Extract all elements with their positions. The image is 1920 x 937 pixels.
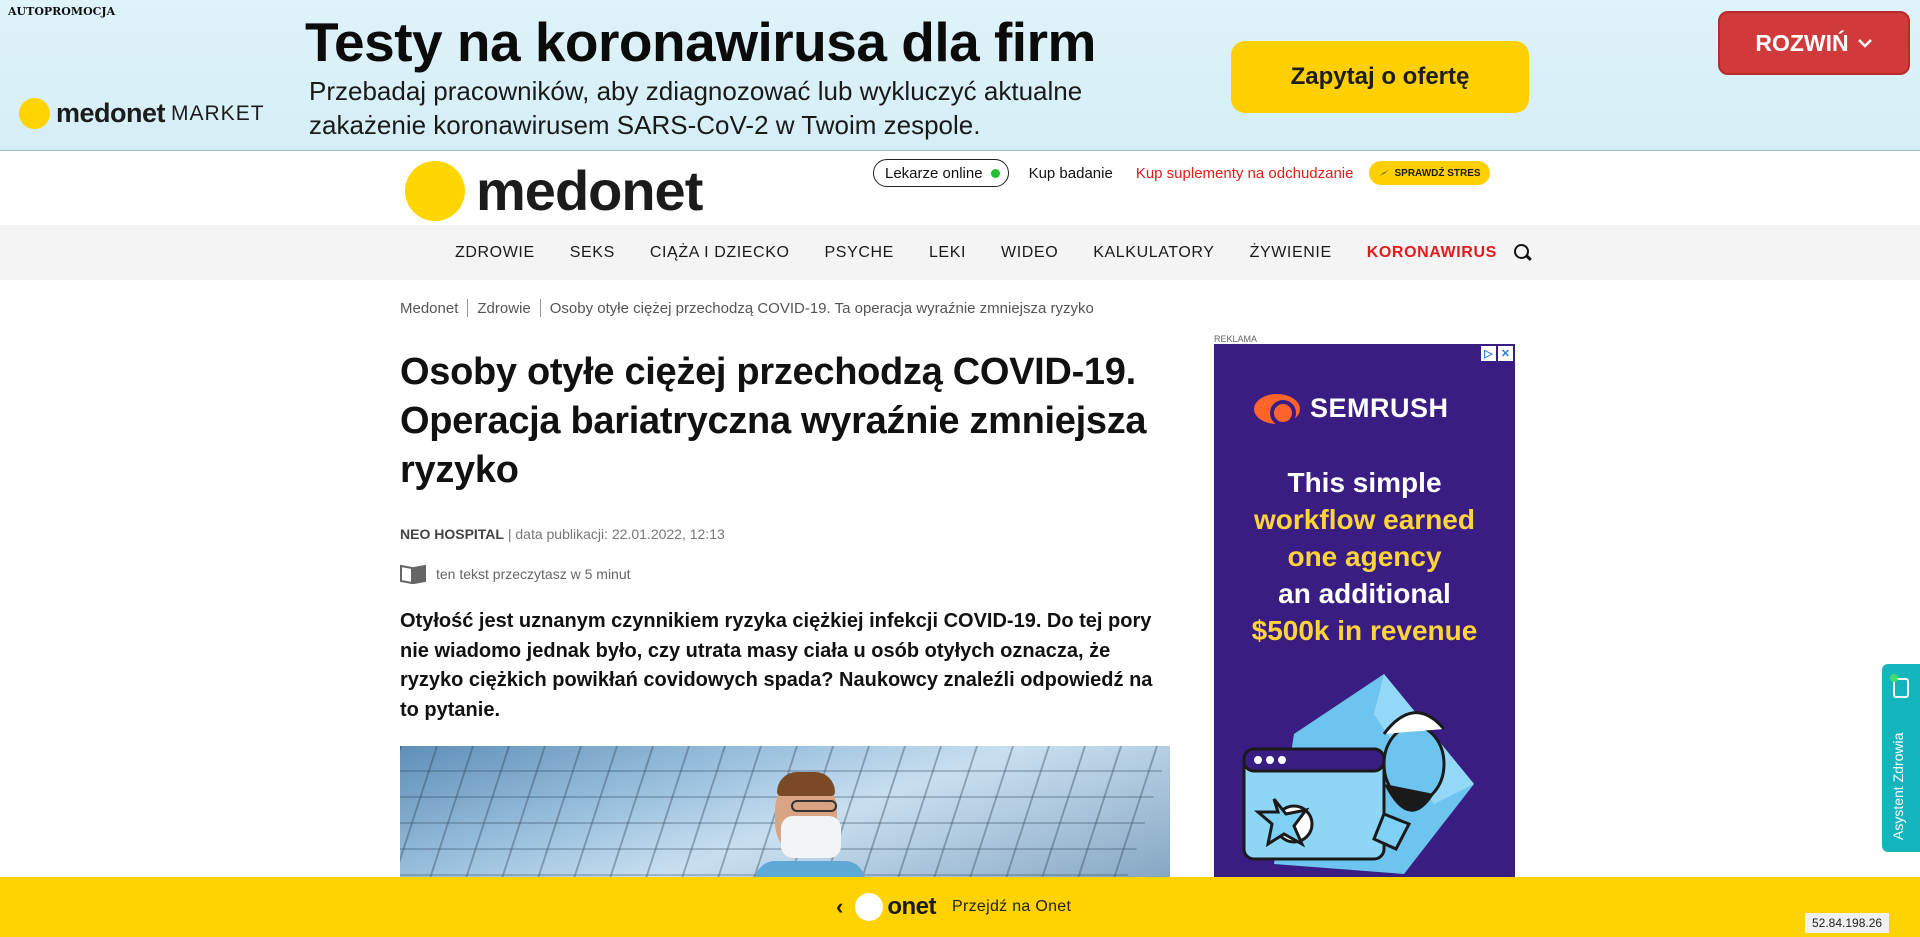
promo-brand-bold: medonet [56, 98, 166, 128]
ad-line2: workflow earned [1254, 504, 1475, 535]
logo-dot-icon [405, 160, 465, 221]
onet-bar[interactable]: ‹ onet Przejdź na Onet [0, 877, 1920, 937]
promo-brand-light: MARKET [171, 101, 265, 125]
site-header: medonet Lekarze online Kup badanie Kup s… [0, 151, 1920, 225]
chevron-left-icon[interactable]: ‹ [836, 894, 843, 920]
ad-line1: This simple [1287, 467, 1442, 498]
promo-subtitle-line1: Przebadaj pracowników, aby zdiagnozować … [309, 76, 1083, 106]
article-title: Osoby otyłe ciężej przechodzą COVID-19. … [400, 351, 1147, 491]
semrush-wordmark: SEMRUSH [1310, 393, 1449, 423]
semrush-logo: SEMRUSH [1254, 393, 1449, 426]
breadcrumb-separator [539, 299, 541, 317]
online-doctors-button[interactable]: Lekarze online [873, 159, 1009, 187]
promo-tag: AUTOPROMOCJA [8, 5, 116, 18]
breadcrumb-separator [467, 299, 469, 317]
nav-items: ZDROWIE SEKS CIĄŻA I DZIECKO PSYCHE LEKI… [455, 225, 1533, 280]
online-status-icon [990, 168, 1000, 178]
close-icon[interactable]: ✕ [1498, 346, 1513, 361]
chevron-down-icon [1857, 39, 1872, 48]
expand-button[interactable]: ROZWIŃ [1718, 11, 1910, 75]
ad-line3: one agency [1287, 541, 1442, 572]
read-time: ten tekst przeczytasz w 5 minut [400, 564, 631, 584]
promo-banner[interactable]: AUTOPROMOCJA medonet MARKET Testy na kor… [0, 0, 1920, 151]
lightning-icon [1379, 169, 1390, 177]
assistant-icon [1890, 674, 1909, 698]
medonet-market-logo: medonet MARKET [19, 98, 265, 129]
shirt [755, 861, 865, 877]
promo-subtitle: Przebadaj pracowników, aby zdiagnozować … [309, 74, 1209, 142]
hair [777, 772, 835, 796]
face-mask [781, 816, 841, 858]
ask-offer-button[interactable]: Zapytaj o ofertę [1231, 41, 1529, 113]
logo-dot-icon [19, 98, 50, 129]
onet-logo: onet [887, 893, 936, 920]
ip-address: 52.84.198.26 [1805, 913, 1890, 933]
ad-line5: $500k in revenue [1251, 615, 1478, 646]
online-doctors-label: Lekarze online [885, 164, 983, 182]
breadcrumb-home[interactable]: Medonet [400, 300, 458, 317]
article-date: | data publikacji: 22.01.2022, 12:13 [507, 526, 725, 542]
expand-label: ROZWIŃ [1755, 29, 1849, 56]
nav-item-wideo[interactable]: WIDEO [1001, 244, 1058, 262]
nav-item-seks[interactable]: SEKS [570, 244, 615, 262]
ad-controls: ▷ ✕ [1481, 346, 1513, 361]
ad-line4: an additional [1278, 578, 1451, 609]
breadcrumb: Medonet Zdrowie Osoby otyłe ciężej przec… [400, 299, 1094, 317]
health-assistant-label: Asystent Zdrowia [1890, 732, 1906, 840]
header-links: Lekarze online Kup badanie Kup suplement… [873, 159, 1490, 187]
onet-bar-content: ‹ onet Przejdź na Onet [836, 893, 1071, 921]
read-time-label: ten tekst przeczytasz w 5 minut [436, 566, 631, 582]
onet-dot-icon [855, 893, 884, 921]
nav-item-leki[interactable]: LEKI [929, 244, 966, 262]
logo-text: medonet [476, 159, 703, 222]
buy-supplements-link[interactable]: Kup suplementy na odchudzanie [1136, 165, 1354, 182]
buy-test-link[interactable]: Kup badanie [1029, 165, 1113, 182]
nav-item-ciaza-i-dziecko[interactable]: CIĄŻA I DZIECKO [650, 244, 790, 262]
semrush-ad[interactable]: ▷ ✕ SEMRUSH This simple workflow earned … [1214, 344, 1515, 877]
article-meta: NEO HOSPITAL | data publikacji: 22.01.20… [400, 526, 725, 542]
medonet-logo[interactable]: medonet [405, 158, 703, 223]
nav-item-koronawirus[interactable]: KORONAWIRUS [1367, 244, 1497, 262]
breadcrumb-category[interactable]: Zdrowie [477, 300, 530, 317]
breadcrumb-current: Osoby otyłe ciężej przechodzą COVID-19. … [549, 299, 1094, 317]
semrush-mark-icon [1254, 393, 1300, 426]
article-hero-image [400, 746, 1170, 877]
nav-item-kalkulatory[interactable]: KALKULATORY [1093, 244, 1214, 262]
promo-title: Testy na koronawirusa dla firm [305, 11, 1096, 73]
masked-person [755, 766, 865, 877]
ad-copy: This simple workflow earned one agency a… [1214, 464, 1515, 649]
search-icon[interactable] [1513, 243, 1533, 263]
check-stress-label: SPRAWDŹ STRES [1394, 167, 1481, 179]
article-author[interactable]: NEO HOSPITAL [400, 526, 504, 542]
glasses [791, 800, 837, 812]
nav-item-zywienie[interactable]: ŻYWIENIE [1250, 244, 1332, 262]
promo-subtitle-line2: zakażenie koronawirusem SARS-CoV-2 w Two… [309, 110, 981, 140]
main-nav: ZDROWIE SEKS CIĄŻA I DZIECKO PSYCHE LEKI… [0, 225, 1920, 280]
go-to-onet-link[interactable]: Przejdź na Onet [952, 898, 1071, 916]
check-stress-button[interactable]: SPRAWDŹ STRES [1369, 161, 1490, 185]
ad-illustration [1242, 674, 1474, 874]
health-assistant-tab[interactable]: Asystent Zdrowia [1882, 664, 1920, 852]
nav-item-zdrowie[interactable]: ZDROWIE [455, 244, 535, 262]
adchoices-icon[interactable]: ▷ [1481, 346, 1496, 361]
ad-label: REKLAMA [1214, 334, 1258, 344]
nav-item-psyche[interactable]: PSYCHE [825, 244, 894, 262]
article-lead: Otyłość jest uznanym czynnikiem ryzyka c… [400, 610, 1153, 721]
book-icon [400, 564, 426, 584]
